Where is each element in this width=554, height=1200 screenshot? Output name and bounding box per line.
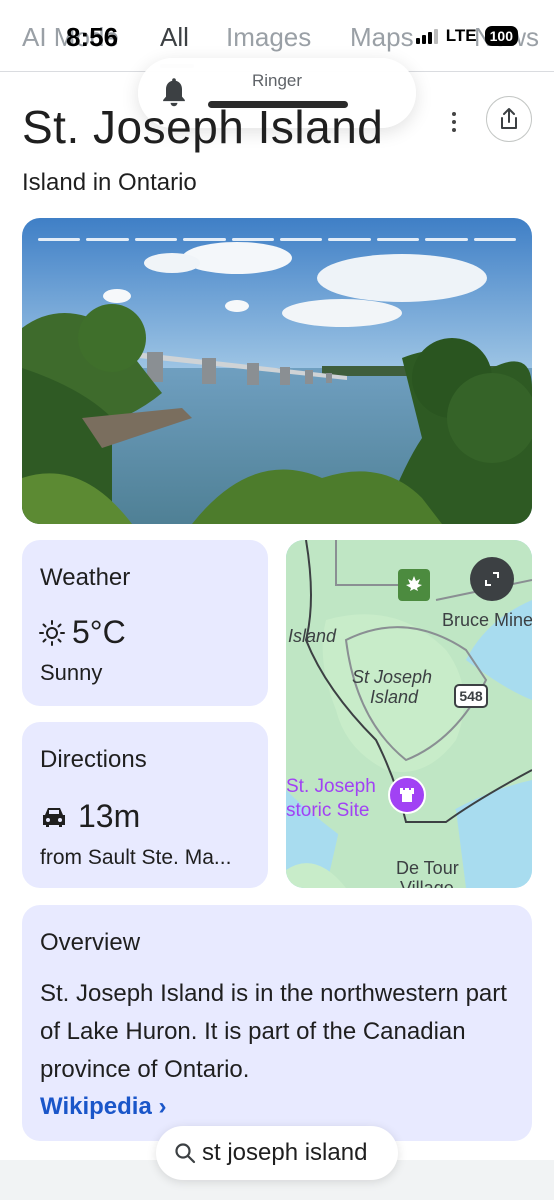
search-icon bbox=[175, 1143, 196, 1164]
dot-icon bbox=[452, 120, 456, 124]
tab-all[interactable]: All bbox=[160, 22, 189, 53]
map-label-village: Village bbox=[400, 878, 454, 888]
tab-images[interactable]: Images bbox=[226, 22, 311, 53]
map-label-bruce-mines: Bruce Mine bbox=[442, 610, 532, 630]
map-card[interactable]: Bruce Mine Island St Joseph Island 548 S… bbox=[286, 540, 532, 888]
map-label-poi: St. Joseph bbox=[286, 776, 376, 797]
map-label-poi-2: storic Site bbox=[286, 800, 370, 821]
historic-site-pin[interactable] bbox=[388, 776, 426, 814]
directions-origin: from Sault Ste. Ma... bbox=[40, 846, 232, 869]
expand-map-button[interactable] bbox=[470, 557, 514, 601]
weather-card[interactable]: Weather 5°C Sunny bbox=[22, 540, 268, 706]
island-photo[interactable] bbox=[22, 218, 532, 524]
temperature-value: 5°C bbox=[72, 614, 126, 650]
tab-maps[interactable]: Maps bbox=[350, 22, 414, 53]
share-button[interactable] bbox=[486, 96, 532, 142]
wikipedia-link[interactable]: Wikipedia › bbox=[40, 1093, 166, 1121]
route-shield: 548 bbox=[454, 684, 488, 708]
sun-icon bbox=[39, 619, 65, 646]
route-number: 548 bbox=[459, 688, 483, 704]
overview-title: Overview bbox=[40, 929, 141, 956]
map-label-island: Island bbox=[288, 626, 337, 646]
expand-icon bbox=[485, 572, 499, 586]
car-icon bbox=[43, 807, 65, 827]
park-marker[interactable] bbox=[398, 569, 430, 601]
entity-subtitle: Island in Ontario bbox=[22, 169, 197, 196]
wikipedia-link-label[interactable]: Wikipedia bbox=[40, 1093, 152, 1120]
directions-title: Directions bbox=[40, 746, 147, 773]
dot-icon bbox=[452, 128, 456, 132]
status-time: 8:56 bbox=[66, 22, 119, 52]
dot-icon bbox=[452, 112, 456, 116]
overview-card: Overview St. Joseph Island is in the nor… bbox=[22, 905, 532, 1141]
map-label-st-joseph-island: Island bbox=[370, 687, 419, 707]
search-query[interactable]: st joseph island bbox=[202, 1139, 367, 1167]
page-title: St. Joseph Island bbox=[22, 101, 384, 153]
chevron-right-icon: › bbox=[158, 1093, 167, 1120]
weather-title: Weather bbox=[40, 564, 131, 591]
overview-text: St. Joseph Island is in the northwestern… bbox=[40, 980, 507, 1083]
network-label: LTE bbox=[445, 26, 477, 45]
directions-card[interactable]: Directions 13m from Sault Ste. Ma... bbox=[22, 722, 268, 888]
maple-leaf-icon bbox=[406, 576, 422, 591]
map-label-st-joseph: St Joseph bbox=[352, 667, 433, 687]
status-indicators: LTE 100 bbox=[415, 26, 518, 46]
image-carousel-progress bbox=[38, 238, 517, 241]
search-pill[interactable]: st joseph island bbox=[156, 1126, 398, 1180]
travel-time: 13m bbox=[78, 798, 141, 834]
bridge-landscape-image bbox=[22, 218, 532, 524]
map-label-de-tour: De Tour bbox=[396, 858, 459, 878]
castle-icon bbox=[400, 788, 414, 802]
weather-condition: Sunny bbox=[40, 660, 103, 685]
ringer-label: Ringer bbox=[251, 71, 303, 90]
battery-icon: 100 bbox=[484, 26, 518, 46]
share-icon bbox=[501, 108, 517, 129]
more-options-button[interactable] bbox=[440, 108, 468, 136]
signal-icon bbox=[415, 28, 438, 44]
